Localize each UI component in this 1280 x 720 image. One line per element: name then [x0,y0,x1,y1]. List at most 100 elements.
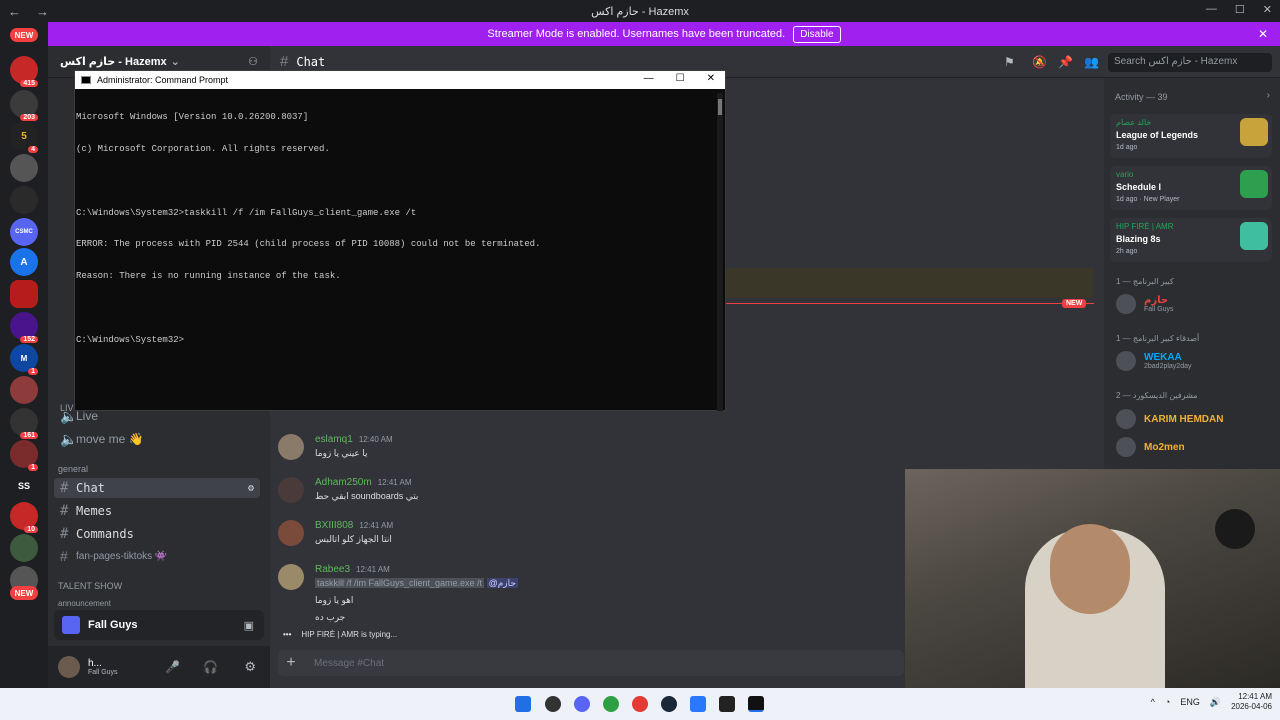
add-attachment-icon[interactable]: + [278,654,304,672]
pin-icon[interactable]: 📌 [1058,55,1073,69]
activity-card[interactable]: HIP FIRÈ | AMR Blazing 8s 2h ago [1110,218,1272,262]
threads-icon[interactable]: ⚑ [1004,55,1015,69]
hash-icon: # [280,53,289,70]
channel-fan-pages[interactable]: # fan-pages-tiktoks 👾 [54,546,260,566]
balloon-shape [1215,509,1255,549]
deafen-icon[interactable]: 🎧 [203,660,218,674]
member-category: مشرفين الديسكورد — 2 [1116,391,1198,400]
chevron-right-icon[interactable]: › [1267,90,1270,101]
message-timestamp: 12:41 AM [377,478,412,487]
server-icon[interactable] [10,186,38,214]
chevron-down-icon: ⌄ [170,56,180,68]
avatar[interactable] [58,656,80,678]
server-icon[interactable]: 415 [10,56,38,87]
new-badge: NEW [10,586,38,600]
category-general[interactable]: general [58,464,88,474]
chevron-up-icon[interactable]: ^ [1151,697,1155,707]
server-icon[interactable]: 152 [10,312,38,343]
app-icon[interactable] [690,696,706,712]
member-item[interactable]: حازم Fall Guys [1116,294,1174,314]
start-icon[interactable] [515,696,531,712]
screen-share-icon[interactable]: ▣ [244,619,254,632]
cmd-output[interactable]: Microsoft Windows [Version 10.0.26200.80… [75,91,715,366]
game-thumbnail [1240,222,1268,250]
activity-game: Schedule I [1116,182,1162,192]
minimize-icon[interactable]: — [644,73,654,84]
channel-announcement[interactable]: announcement [58,599,111,608]
user-status: Fall Guys [88,669,118,676]
channel-commands[interactable]: # Commands [54,524,260,544]
server-icon[interactable]: 10 [10,502,38,533]
category-talent-show[interactable]: TALENT SHOW [58,581,122,591]
window-title: حازم اكس - Hazemx [591,6,689,18]
typing-dots-icon: ••• [283,630,292,639]
channel-chat[interactable]: # Chat ⚙ [54,478,260,498]
avatar[interactable] [278,520,304,546]
member-list-icon[interactable]: 👥 [1084,55,1099,69]
user-panel: h... Fall Guys 🎤 🎧 ⚙ [48,646,270,688]
cmd-line: Microsoft Windows [Version 10.0.26200.80… [76,112,309,123]
member-item[interactable]: WEKAA 2bad2play2day [1116,351,1192,371]
avatar[interactable] [278,434,304,460]
terminal-icon[interactable] [719,696,735,712]
new-badge: NEW [1062,299,1087,308]
server-name: حازم اكس - Hazemx [60,56,167,68]
member-item[interactable]: Mo2men [1116,437,1185,457]
message-author: eslamq1 [315,434,353,445]
discord-icon[interactable] [574,696,590,712]
channel-title: Chat [296,54,326,69]
volume-icon[interactable]: 🔊 [1210,697,1221,708]
server-icon[interactable]: M1 [10,344,38,375]
language-indicator[interactable]: ENG [1180,697,1200,707]
command-prompt-window[interactable]: Administrator: Command Prompt — ☐ ✕ Micr… [74,70,726,411]
invite-icon[interactable]: ⚇ [248,55,258,68]
app-title-bar: ← → حازم اكس - Hazemx — ☐ ✕ [0,0,1280,22]
voice-channel[interactable]: 🔈 move me 👋 [54,429,260,449]
server-icon[interactable]: 161 [10,408,38,439]
server-icon[interactable] [10,376,38,404]
avatar[interactable] [278,477,304,503]
steam-icon[interactable] [661,696,677,712]
server-icon[interactable]: A [10,248,38,276]
channel-memes[interactable]: # Memes [54,501,260,521]
cmd-taskbar-icon[interactable] [748,696,764,712]
activity-card[interactable]: vario Schedule I 1d ago · New Player [1110,166,1272,210]
server-icon[interactable] [10,154,38,182]
mute-icon[interactable]: 🎤 [165,660,180,674]
cmd-scrollbar[interactable] [717,93,723,411]
disable-streamer-mode-button[interactable]: Disable [793,25,841,43]
app-icon[interactable] [603,696,619,712]
message-placeholder: Message #Chat [314,657,385,669]
member-item[interactable]: KARIM HEMDAN [1116,409,1223,429]
game-activity-bar[interactable]: Fall Guys ▣ [54,610,264,640]
server-icon[interactable]: 1 [10,440,38,471]
hash-icon: # [60,503,69,519]
user-settings-icon[interactable]: ⚙ [244,659,256,675]
activity-card[interactable]: خالد عصام League of Legends 1d ago [1110,114,1272,158]
banner-close-icon[interactable]: ✕ [1258,27,1268,41]
webcam-overlay [905,469,1280,696]
avatar[interactable] [278,564,304,590]
cmd-line [76,303,715,314]
chrome-icon[interactable] [632,696,648,712]
notifications-icon[interactable]: 🔕 [1032,55,1047,69]
server-icon[interactable]: 54 [10,122,38,153]
wifi-icon[interactable]: ◔ [1165,697,1170,707]
maximize-icon[interactable]: ☐ [676,73,685,84]
member-category: أصدقاء كبير البرنامج — 1 [1116,334,1200,343]
activity-user: vario [1116,170,1134,179]
close-icon[interactable]: ✕ [1263,3,1272,16]
clock[interactable]: 12:41 AM 2026-04-06 [1231,692,1272,712]
message-input[interactable]: + Message #Chat [278,650,904,676]
cmd-title-bar[interactable]: Administrator: Command Prompt — ☐ ✕ [75,71,725,89]
server-icon[interactable]: CSMC [10,218,38,246]
server-icon[interactable]: 203 [10,90,38,121]
minimize-icon[interactable]: — [1206,3,1217,16]
server-icon[interactable]: SS [10,472,38,500]
server-icon[interactable] [10,280,38,308]
close-icon[interactable]: ✕ [707,73,715,84]
maximize-icon[interactable]: ☐ [1235,3,1245,16]
server-icon[interactable] [10,534,38,562]
search-input[interactable]: Search حازم اكس - Hazemx [1108,53,1272,72]
app-icon[interactable] [545,696,561,712]
